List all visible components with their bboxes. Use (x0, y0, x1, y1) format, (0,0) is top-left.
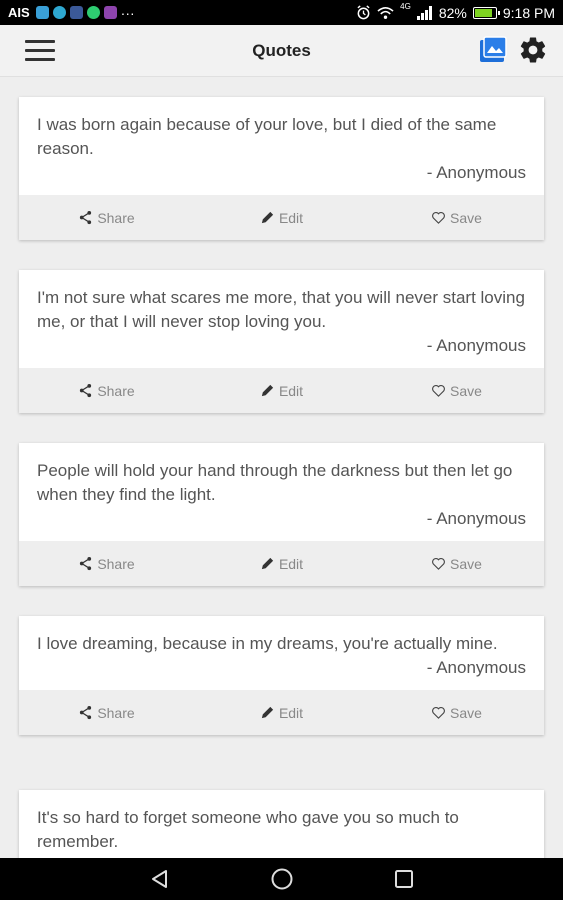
quote-actions: Share Edit Save (19, 195, 544, 240)
share-label: Share (97, 555, 135, 572)
system-nav-bar (0, 858, 563, 900)
gallery-icon[interactable] (478, 35, 508, 65)
quote-author: - Anonymous (426, 163, 526, 182)
edit-label: Edit (278, 209, 304, 226)
menu-icon[interactable] (25, 40, 55, 62)
share-button[interactable]: Share (19, 541, 194, 586)
quote-card: People will hold your hand through the d… (19, 443, 544, 586)
wifi-icon (377, 6, 394, 19)
network-type-label: 4G (400, 2, 411, 11)
heart-icon (432, 384, 445, 397)
app-bar: Quotes (0, 25, 563, 77)
heart-icon (432, 706, 445, 719)
save-label: Save (450, 382, 482, 399)
status-bar: AIS ··· 4G 82% 9:18 PM (0, 0, 563, 25)
quote-body: It's so hard to forget someone who gave … (19, 790, 544, 858)
back-triangle-icon (151, 870, 167, 888)
quote-text: I'm not sure what scares me more, that y… (37, 288, 525, 331)
pencil-icon (261, 706, 274, 719)
quote-body: I love dreaming, because in my dreams, y… (19, 616, 544, 690)
edit-button[interactable]: Edit (194, 195, 369, 240)
quote-actions: Share Edit Save (19, 690, 544, 735)
quote-card: I love dreaming, because in my dreams, y… (19, 616, 544, 735)
quote-actions: Share Edit Save (19, 368, 544, 413)
more-notifications-icon: ··· (120, 4, 135, 21)
quote-author: - Anonymous (426, 658, 526, 677)
save-button[interactable]: Save (369, 195, 544, 240)
line-icon (86, 6, 100, 19)
heart-icon (432, 557, 445, 570)
quote-card: I was born again because of your love, b… (19, 97, 544, 240)
heart-icon (432, 211, 445, 224)
quote-text: I love dreaming, because in my dreams, y… (37, 634, 498, 653)
share-button[interactable]: Share (19, 690, 194, 735)
recents-square-icon (394, 870, 413, 888)
quote-text: People will hold your hand through the d… (37, 461, 513, 504)
share-icon (80, 556, 92, 571)
carrier-label: AIS (8, 5, 30, 20)
settings-gear-icon[interactable] (518, 35, 548, 65)
alarm-icon (357, 5, 370, 20)
edit-label: Edit (278, 555, 304, 572)
quote-list[interactable]: I was born again because of your love, b… (0, 77, 563, 858)
quote-body: I was born again because of your love, b… (19, 97, 544, 195)
share-button[interactable]: Share (19, 368, 194, 413)
clock: 9:18 PM (502, 4, 555, 21)
edit-button[interactable]: Edit (194, 541, 369, 586)
home-circle-icon (271, 868, 292, 890)
quote-author: - Anonymous (426, 336, 526, 355)
edit-button[interactable]: Edit (194, 368, 369, 413)
quote-actions: Share Edit Save (19, 541, 544, 586)
messenger-icon (52, 6, 66, 19)
app-screen: AIS ··· 4G 82% 9:18 PM Quotes I was born… (0, 0, 563, 900)
pencil-icon (261, 211, 274, 224)
share-icon (80, 210, 92, 225)
share-label: Share (97, 382, 135, 399)
edit-label: Edit (278, 704, 304, 721)
save-button[interactable]: Save (369, 541, 544, 586)
save-label: Save (450, 209, 482, 226)
battery-icon (472, 6, 500, 19)
facebook-icon (69, 6, 83, 19)
share-icon (80, 705, 92, 720)
edit-button[interactable]: Edit (194, 690, 369, 735)
quote-card: It's so hard to forget someone who gave … (19, 790, 544, 858)
edit-label: Edit (278, 382, 304, 399)
save-label: Save (450, 704, 482, 721)
home-button[interactable] (269, 866, 295, 892)
notification-icon (35, 6, 49, 19)
quote-body: People will hold your hand through the d… (19, 443, 544, 541)
app-notification-icon (103, 6, 117, 19)
pencil-icon (261, 557, 274, 570)
status-left: AIS ··· (8, 5, 135, 21)
save-button[interactable]: Save (369, 690, 544, 735)
quote-author: - Anonymous (426, 509, 526, 528)
pencil-icon (261, 384, 274, 397)
share-label: Share (97, 704, 135, 721)
status-right: 4G 82% 9:18 PM (356, 2, 555, 21)
quote-text: I was born again because of your love, b… (37, 115, 497, 158)
quote-body: I'm not sure what scares me more, that y… (19, 270, 544, 368)
back-button[interactable] (147, 866, 173, 892)
quote-text: It's so hard to forget someone who gave … (37, 808, 459, 851)
recents-button[interactable] (391, 866, 417, 892)
signal-icon (416, 5, 432, 20)
quote-card: I'm not sure what scares me more, that y… (19, 270, 544, 413)
share-label: Share (97, 209, 135, 226)
share-button[interactable]: Share (19, 195, 194, 240)
save-label: Save (450, 555, 482, 572)
save-button[interactable]: Save (369, 368, 544, 413)
battery-percent: 82% (438, 4, 467, 21)
share-icon (80, 383, 92, 398)
